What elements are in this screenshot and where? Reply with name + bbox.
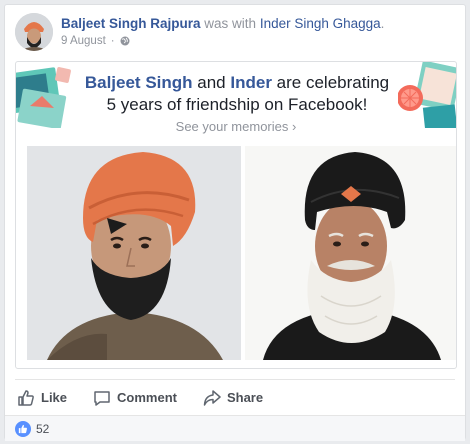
tagged-friend[interactable]: Inder Singh Ghagga xyxy=(260,16,381,31)
see-memories-link[interactable]: See your memories › xyxy=(16,119,456,134)
memory-headline: Baljeet Singh and Inder are celebrating … xyxy=(78,72,396,116)
like-icon xyxy=(15,420,31,437)
friend-photo-inder[interactable] xyxy=(245,146,456,360)
friendship-memory-card[interactable]: Baljeet Singh and Inder are celebrating … xyxy=(15,61,457,369)
friend-photo-baljeet[interactable] xyxy=(27,146,241,360)
memory-name-1[interactable]: Baljeet Singh xyxy=(85,73,193,92)
post-header: Baljeet Singh Rajpura was with Inder Sin… xyxy=(15,13,455,53)
post-date[interactable]: 9 August xyxy=(61,35,106,47)
reaction-count[interactable]: 52 xyxy=(36,422,49,436)
thumbs-up-icon xyxy=(18,389,34,406)
date-separator: · xyxy=(110,35,115,47)
globe-icon[interactable] xyxy=(120,36,130,46)
was-with-text: was with xyxy=(204,16,257,31)
memory-and: and xyxy=(197,73,226,92)
share-arrow-icon xyxy=(203,389,221,406)
reactions-bar[interactable]: 52 xyxy=(5,415,465,441)
comment-button[interactable]: Comment xyxy=(93,389,177,407)
comment-icon xyxy=(94,390,110,406)
post-meta: 9 August · xyxy=(61,35,130,47)
like-button[interactable]: Like xyxy=(17,389,67,407)
author-name[interactable]: Baljeet Singh Rajpura xyxy=(61,16,201,31)
comment-label[interactable]: Comment xyxy=(117,390,177,405)
see-memories-label[interactable]: See your memories xyxy=(176,119,289,134)
post-header-line: Baljeet Singh Rajpura was with Inder Sin… xyxy=(61,16,384,31)
memory-name-2[interactable]: Inder xyxy=(230,73,272,92)
post-card: Baljeet Singh Rajpura was with Inder Sin… xyxy=(4,4,466,441)
post-actions-bar: Like Comment Share xyxy=(15,379,455,415)
like-label[interactable]: Like xyxy=(41,390,67,405)
share-label[interactable]: Share xyxy=(227,390,263,405)
header-period: . xyxy=(380,16,385,31)
chevron-right-icon: › xyxy=(292,119,297,134)
share-button[interactable]: Share xyxy=(203,389,263,407)
author-avatar[interactable] xyxy=(15,13,53,51)
